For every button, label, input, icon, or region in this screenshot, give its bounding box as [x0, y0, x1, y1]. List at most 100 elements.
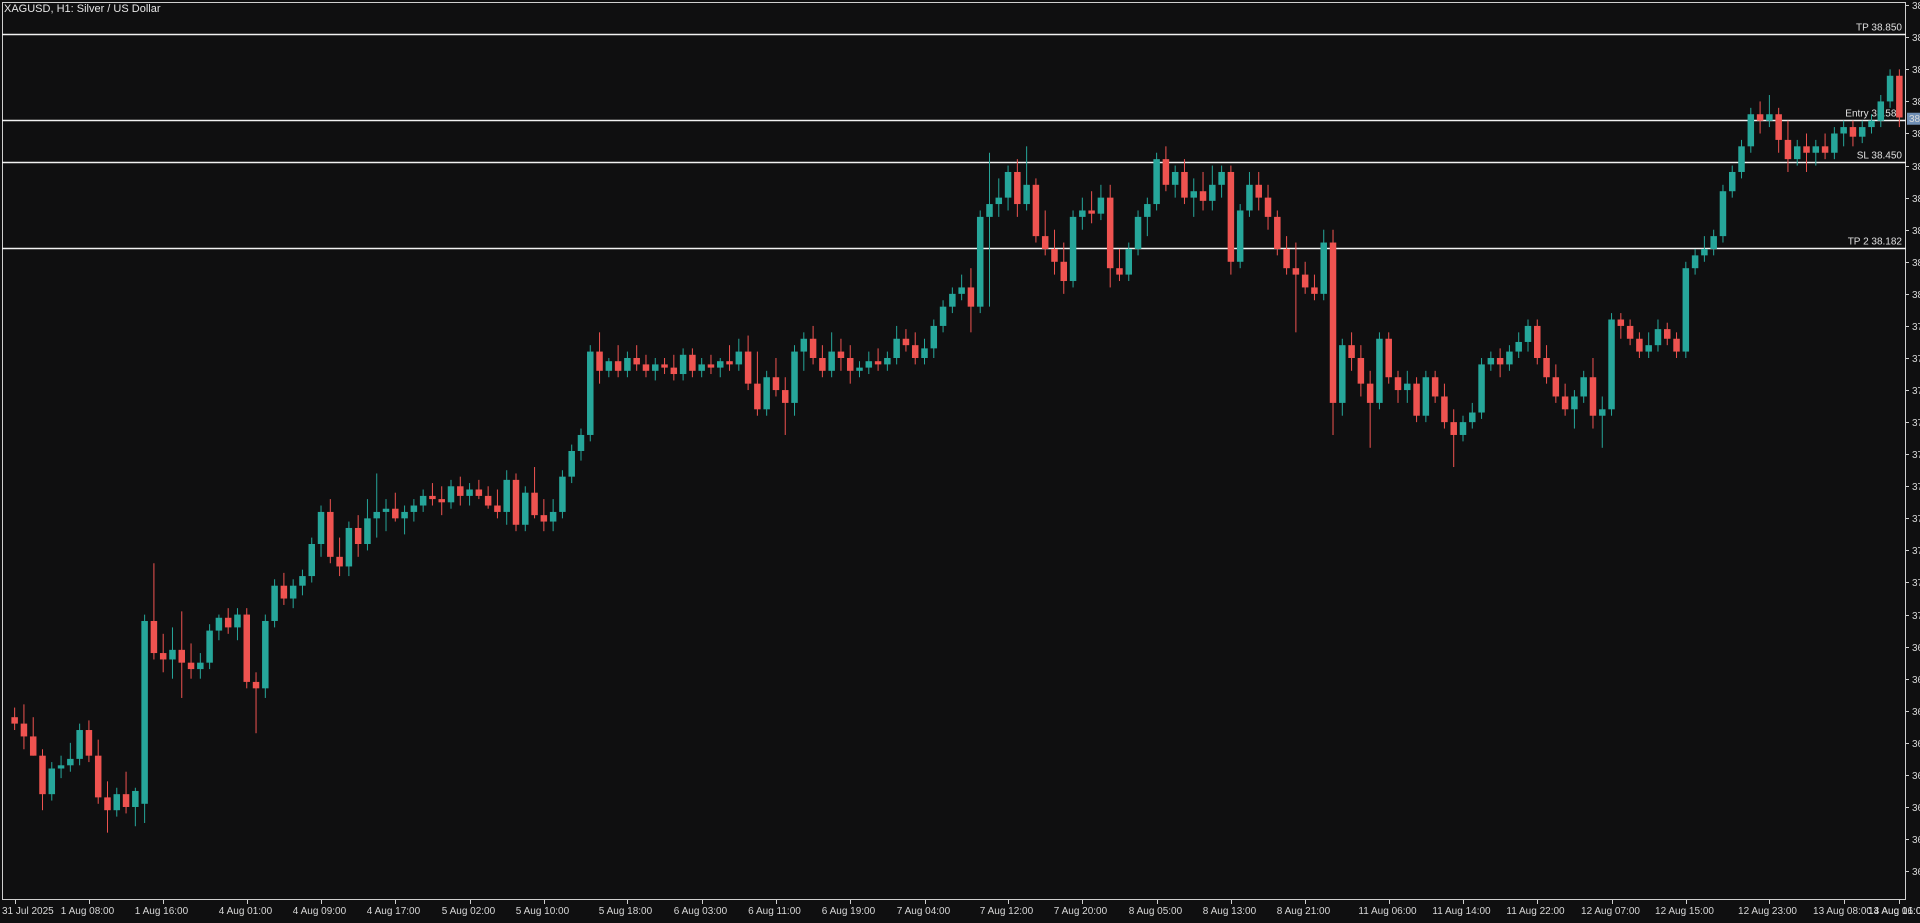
bear-candle-body: [1534, 325, 1541, 358]
bear-candle-body: [512, 479, 520, 525]
bear-candle-body: [429, 495, 436, 500]
bull-candle-body: [234, 614, 241, 628]
bear-candle-body: [781, 390, 789, 403]
x-tick-label: 13 Aug 08:00: [1813, 906, 1872, 917]
bull-candle-body: [1831, 133, 1838, 153]
bear-candle-body: [1561, 396, 1569, 410]
bear-candle-body: [1283, 248, 1290, 269]
bull-candle-body: [1097, 197, 1105, 214]
y-tick-label: 36.640: [1912, 739, 1920, 750]
bear-candle-body: [772, 377, 780, 391]
bull-candle-body: [577, 434, 585, 451]
bear-candle-body: [1775, 114, 1782, 140]
y-tick-label: 37.840: [1912, 354, 1920, 365]
y-tick-label: 36.240: [1912, 867, 1920, 878]
level-label: TP 38.850: [1856, 23, 1902, 34]
y-tick-label: 36.440: [1912, 803, 1920, 814]
x-tick-label: 7 Aug 04:00: [897, 906, 951, 917]
bull-candle-body: [1738, 146, 1745, 172]
y-tick-label: 38.340: [1912, 194, 1920, 205]
bull-candle-body: [1506, 351, 1513, 365]
bull-candle-body: [1858, 127, 1866, 137]
x-tick-label: 6 Aug 11:00: [748, 906, 801, 917]
bear-candle-body: [224, 617, 232, 628]
bear-candle-body: [1060, 261, 1068, 282]
x-tick-label: 5 Aug 02:00: [442, 906, 496, 917]
bear-candle-body: [20, 723, 28, 737]
bull-candle-body: [1023, 184, 1030, 205]
bull-candle-body: [1571, 396, 1578, 410]
bull-candle-body: [921, 348, 928, 358]
bear-candle-body: [1357, 357, 1365, 384]
bull-candle-body: [1524, 325, 1532, 342]
x-tick-label: 5 Aug 18:00: [599, 906, 653, 917]
chart-title: XAGUSD, H1: Silver / US Dollar: [4, 3, 161, 15]
bear-candle-body: [1784, 139, 1792, 160]
bear-candle-body: [1413, 383, 1420, 416]
bear-candle-body: [1394, 377, 1402, 391]
bull-candle-body: [1701, 248, 1708, 256]
bull-candle-body: [568, 451, 575, 477]
bear-candle-body: [457, 486, 464, 496]
bear-candle-body: [670, 367, 678, 375]
bull-candle-body: [949, 293, 956, 307]
x-tick-label: 12 Aug 07:00: [1581, 906, 1640, 917]
bull-candle-body: [939, 306, 947, 326]
bear-candle-body: [1051, 248, 1058, 262]
bear-candle-body: [1366, 383, 1374, 403]
x-tick-label: 12 Aug 23:00: [1738, 906, 1797, 917]
bear-candle-body: [1041, 236, 1049, 249]
bull-candle-body: [1886, 75, 1894, 102]
bear-candle-body: [902, 338, 910, 346]
x-tick-label: 11 Aug 22:00: [1506, 906, 1565, 917]
bull-candle-body: [1515, 341, 1522, 352]
y-tick-label: 38.640: [1912, 97, 1920, 108]
y-tick-label: 37.740: [1912, 386, 1920, 397]
bull-candle-body: [373, 511, 380, 519]
bull-candle-body: [410, 505, 418, 512]
bull-candle-body: [169, 649, 176, 660]
bull-candle-body: [1599, 409, 1606, 416]
y-tick-label: 36.740: [1912, 707, 1920, 718]
y-tick-label: 38.740: [1912, 65, 1920, 76]
bear-candle-body: [85, 730, 93, 756]
bear-candle-body: [1348, 345, 1355, 358]
bear-candle-body: [1311, 287, 1318, 294]
bull-candle-body: [1868, 120, 1875, 128]
bear-candle-body: [1106, 197, 1114, 269]
y-tick-label: 36.540: [1912, 771, 1920, 782]
bull-candle-body: [624, 357, 631, 371]
chart-area[interactable]: 36.240 36.340 36.440 36.540 36.640 36.740 36.8…: [0, 0, 1920, 923]
bull-candle-body: [522, 492, 529, 525]
bear-candle-body: [1385, 338, 1392, 378]
bear-candle-body: [911, 345, 919, 358]
bull-candle-body: [206, 630, 213, 663]
bear-candle-body: [187, 662, 195, 670]
bear-candle-body: [1032, 184, 1040, 237]
price-chart[interactable]: 36.240 36.340 36.440 36.540 36.640 36.740 36.8…: [0, 0, 1920, 923]
bull-candle-body: [76, 730, 83, 759]
bear-candle-body: [1636, 338, 1643, 352]
bear-candle-body: [1896, 75, 1903, 118]
bear-candle-body: [809, 338, 817, 358]
x-tick-label: 12 Aug 15:00: [1655, 906, 1714, 917]
x-tick-label: 11 Aug 14:00: [1432, 906, 1491, 917]
bear-candle-body: [243, 614, 250, 682]
bear-candle-body: [1673, 338, 1680, 352]
bull-candle-body: [605, 361, 613, 371]
bull-candle-body: [1069, 216, 1077, 282]
bear-candle-body: [475, 489, 483, 496]
bear-candle-body: [484, 495, 492, 506]
bull-candle-body: [1246, 184, 1253, 211]
bull-candle-body: [48, 768, 56, 795]
bull-candle-body: [419, 495, 427, 506]
bull-candle-body: [1004, 171, 1012, 198]
bear-candle-body: [633, 357, 640, 365]
bear-candle-body: [438, 499, 445, 503]
bull-candle-body: [1404, 383, 1411, 391]
bull-candle-body: [549, 511, 557, 522]
bull-candle-body: [828, 351, 835, 371]
y-tick-label: 38.440: [1912, 162, 1920, 173]
bear-candle-body: [1849, 127, 1857, 137]
bull-candle-body: [67, 758, 74, 766]
